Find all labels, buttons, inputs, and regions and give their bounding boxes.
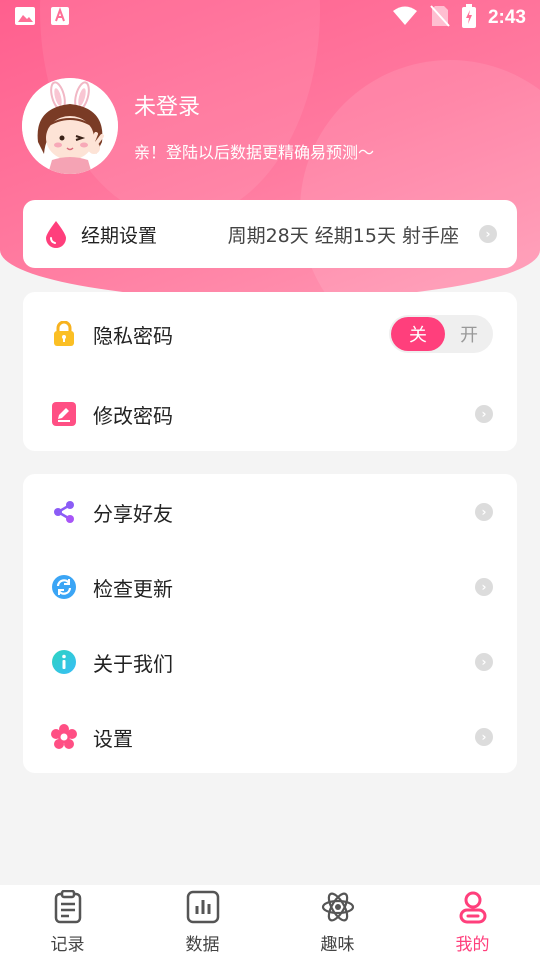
- toggle-on-option[interactable]: 开: [445, 321, 493, 347]
- edit-icon: [51, 401, 77, 427]
- avatar[interactable]: [22, 78, 118, 174]
- no-sim-icon: [430, 5, 450, 31]
- status-bar: 2:43: [0, 0, 540, 36]
- lock-icon: [51, 321, 77, 347]
- privacy-password-toggle[interactable]: 关 开: [389, 315, 493, 353]
- tab-record[interactable]: 记录: [0, 885, 135, 960]
- bar-chart-icon: [186, 890, 220, 924]
- menu-card: 分享好友 › 检查更新 › 关于我们 › 设置 ›: [23, 474, 517, 773]
- user-icon: [456, 890, 490, 924]
- security-card: 隐私密码 关 开 修改密码 ›: [23, 292, 517, 451]
- tab-data-label: 数据: [185, 935, 220, 955]
- share-friends-label: 分享好友: [93, 501, 173, 526]
- chevron-right-icon: ›: [475, 728, 493, 746]
- atom-icon: [321, 890, 355, 924]
- tab-data[interactable]: 数据: [135, 885, 270, 960]
- period-settings-title: 经期设置: [81, 224, 158, 247]
- check-update-label: 检查更新: [93, 576, 173, 601]
- chevron-right-icon: ›: [475, 405, 493, 423]
- refresh-icon: [51, 574, 77, 600]
- period-settings-card[interactable]: 经期设置 周期28天 经期15天 射手座 ›: [23, 200, 517, 268]
- change-password-label: 修改密码: [93, 403, 173, 428]
- tab-fun[interactable]: 趣味: [270, 885, 405, 960]
- tab-mine[interactable]: 我的: [405, 885, 540, 960]
- chevron-right-icon: ›: [479, 225, 497, 243]
- clipboard-icon: [51, 889, 85, 924]
- about-us-row[interactable]: 关于我们 ›: [23, 624, 517, 700]
- share-icon: [51, 499, 77, 525]
- profile-subtitle: 亲！登陆以后数据更精确易预测～: [134, 143, 375, 162]
- battery-charging-icon: [461, 4, 476, 32]
- toggle-off-option[interactable]: 关: [391, 317, 445, 351]
- profile-section[interactable]: 未登录 亲！登陆以后数据更精确易预测～: [22, 78, 374, 174]
- bottom-navigation: 记录 数据 趣味 我的: [0, 885, 540, 960]
- share-friends-row[interactable]: 分享好友 ›: [23, 474, 517, 550]
- privacy-password-label: 隐私密码: [93, 323, 173, 348]
- change-password-row[interactable]: 修改密码 ›: [23, 376, 517, 452]
- chevron-right-icon: ›: [475, 503, 493, 521]
- flower-settings-icon: [51, 724, 77, 750]
- tab-fun-label: 趣味: [320, 935, 355, 955]
- settings-row[interactable]: 设置 ›: [23, 699, 517, 775]
- info-icon: [51, 649, 77, 675]
- chevron-right-icon: ›: [475, 578, 493, 596]
- droplet-icon: [43, 221, 69, 248]
- privacy-password-row: 隐私密码 关 开: [23, 296, 517, 372]
- tab-mine-label: 我的: [455, 935, 490, 955]
- about-us-label: 关于我们: [93, 651, 173, 676]
- check-update-row[interactable]: 检查更新 ›: [23, 549, 517, 625]
- settings-label: 设置: [93, 726, 133, 751]
- status-time: 2:43: [487, 7, 526, 28]
- image-icon: [14, 6, 36, 30]
- wifi-icon: [392, 6, 418, 30]
- tab-record-label: 记录: [50, 935, 85, 955]
- profile-name[interactable]: 未登录: [134, 89, 374, 121]
- period-info: 周期28天 经期15天 射手座: [227, 224, 459, 247]
- font-icon: [50, 6, 70, 30]
- chevron-right-icon: ›: [475, 653, 493, 671]
